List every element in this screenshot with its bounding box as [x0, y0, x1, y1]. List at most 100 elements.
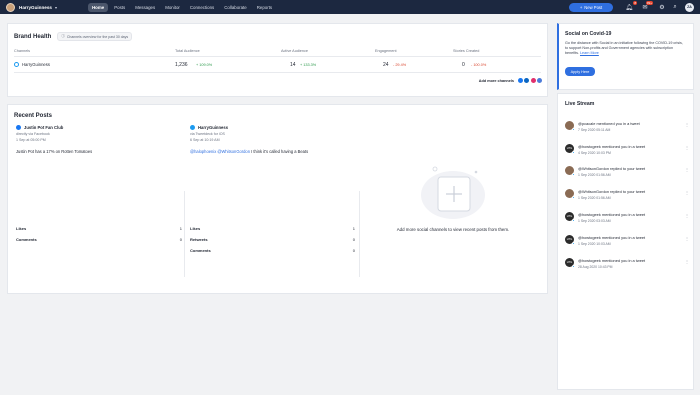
- avatar: HTG: [565, 258, 575, 268]
- col-active-audience[interactable]: Active Audience: [281, 49, 308, 53]
- more-icon[interactable]: ⋮: [685, 167, 689, 172]
- google-business-icon[interactable]: [537, 78, 542, 83]
- post-card[interactable]: HarryGuinness via Tweetdeck for iOS 6 Se…: [190, 125, 358, 154]
- search-icon: ⌕: [673, 3, 677, 10]
- live-stream-item[interactable]: @WhitsonGordon replied to your tweet 1 Se…: [565, 166, 689, 177]
- post-text: @halophoenix @WhitsonGordon I think it's…: [190, 149, 358, 154]
- stat-value: 0: [179, 237, 182, 242]
- live-stream-time: 1 Sep 2020 01:56 AM: [578, 196, 611, 200]
- apply-here-button[interactable]: Apply Here: [565, 67, 595, 76]
- live-stream-item[interactable]: HTG @howtogeek mentioned you in a tweet 4…: [565, 144, 689, 155]
- account-name: HarryGuinness: [19, 4, 52, 10]
- twitter-icon: [571, 150, 575, 154]
- more-icon[interactable]: ⋮: [685, 190, 689, 195]
- more-icon[interactable]: ⋮: [685, 145, 689, 150]
- add-more-channels-label: Add more channels: [478, 78, 514, 83]
- facebook-icon: [16, 125, 21, 130]
- settings-button[interactable]: ⚙: [657, 2, 667, 12]
- live-stream-card: Live Stream @pcacale mentioned you in a …: [557, 93, 694, 390]
- nav-messages[interactable]: Messages: [131, 3, 159, 12]
- table-divider: [14, 72, 541, 73]
- live-stream-message: @WhitsonGordon replied to your tweet: [578, 166, 646, 171]
- post-stat-comments: Comments 0: [16, 237, 182, 242]
- more-icon[interactable]: ⋮: [685, 259, 689, 264]
- nav-posts[interactable]: Posts: [110, 3, 129, 12]
- active-audience-value: 14: [290, 62, 296, 68]
- live-stream-message: @howtogeek mentioned you in a tweet: [578, 212, 646, 217]
- post-via: via Tweetdeck for iOS: [190, 132, 225, 136]
- post-via: directly via Facebook: [16, 132, 50, 136]
- mention-link[interactable]: @halophoenix: [190, 149, 216, 154]
- avatar: HTG: [565, 212, 575, 222]
- topbar-tools: + New Post 🔔︎ 8 ✉ 99+ ⚙ ⌕ ZA: [569, 1, 694, 12]
- nav-connections[interactable]: Connections: [186, 3, 218, 12]
- channel-cell[interactable]: HarryGuinness: [14, 62, 50, 67]
- user-avatar[interactable]: ZA: [685, 2, 694, 12]
- avatar: HTG: [565, 235, 575, 245]
- more-icon[interactable]: ⋮: [685, 213, 689, 218]
- channel-name: HarryGuinness: [22, 62, 50, 67]
- more-icon[interactable]: ⋮: [685, 122, 689, 127]
- bell-icon: 🔔︎: [625, 4, 633, 11]
- messages-badge: 99+: [645, 1, 653, 5]
- post-stat-likes: Likes 1: [16, 226, 182, 231]
- live-stream-time: 28 Aug 2020 10:43 PM: [578, 265, 613, 269]
- mention-link[interactable]: @WhitsonGordon: [217, 149, 250, 154]
- nav-reports[interactable]: Reports: [253, 3, 276, 12]
- twitter-icon: [190, 125, 195, 130]
- facebook-icon[interactable]: [517, 78, 523, 83]
- live-stream-message: @howtogeek mentioned you in a tweet: [578, 235, 646, 240]
- stat-value: 0: [352, 237, 355, 242]
- post-stat-comments: Comments 0: [190, 248, 355, 253]
- engagement-value: 24: [383, 62, 389, 68]
- messages-button[interactable]: ✉ 99+: [640, 1, 653, 12]
- overview-period-pill: ⓘ Channels overview for the past 30 days: [57, 32, 133, 41]
- nav-home[interactable]: Home: [88, 2, 109, 12]
- live-stream-message: @pcacale mentioned you in a tweet: [578, 121, 640, 126]
- live-stream-message: @howtogeek mentioned you in a tweet: [578, 144, 646, 149]
- social-covid-card: Social on Covid-19 Go the distance with …: [557, 23, 694, 90]
- stories-created-value: 0: [462, 62, 465, 68]
- live-stream-time: 7 Sep 2020 05:11 AM: [578, 128, 611, 132]
- post-card[interactable]: Justin Pot Fan Club directly via Faceboo…: [16, 125, 184, 154]
- post-stat-retweets: Retweets 0: [190, 237, 355, 242]
- account-switcher[interactable]: HarryGuinness ▾: [6, 2, 84, 12]
- social-covid-body: Go the distance with Social in an initia…: [565, 41, 685, 56]
- learn-more-link[interactable]: Learn More: [580, 51, 599, 55]
- total-audience-value: 1,236: [175, 62, 188, 68]
- more-icon[interactable]: ⋮: [685, 236, 689, 241]
- account-avatar: [6, 2, 15, 12]
- new-post-button[interactable]: + New Post: [569, 2, 613, 12]
- live-stream-item[interactable]: @WhitsonGordon replied to your tweet 1 Se…: [565, 189, 689, 200]
- col-engagement[interactable]: Engagement: [375, 49, 397, 53]
- live-stream-item[interactable]: HTG @howtogeek mentioned you in a tweet 1…: [565, 235, 689, 246]
- instagram-icon[interactable]: [530, 78, 536, 83]
- brand-health-card: Brand Health ⓘ Channels overview for the…: [7, 23, 548, 97]
- twitter-icon: [571, 241, 575, 245]
- top-navigation-bar: HarryGuinness ▾ Home Posts Messages Moni…: [0, 0, 700, 14]
- col-stories-created[interactable]: Stories Created: [453, 49, 479, 53]
- linkedin-icon[interactable]: [524, 78, 529, 83]
- overview-period-label: Channels overview for the past 30 days: [66, 34, 129, 39]
- nav-monitor[interactable]: Monitor: [161, 3, 184, 12]
- stat-label: Likes: [190, 226, 201, 231]
- post-text-rest: I think it's called having a Beats: [250, 149, 309, 154]
- column-divider: [359, 191, 360, 277]
- stat-label: Comments: [16, 237, 37, 242]
- brand-health-title: Brand Health: [14, 33, 52, 40]
- live-stream-time: 1 Sep 2020 01:56 AM: [578, 173, 611, 177]
- post-author[interactable]: HarryGuinness: [198, 125, 228, 130]
- notifications-button[interactable]: 🔔︎ 8: [624, 1, 637, 12]
- nav-collaborate[interactable]: Collaborate: [220, 3, 250, 12]
- post-author[interactable]: Justin Pot Fan Club: [24, 125, 63, 130]
- twitter-icon: [571, 264, 575, 268]
- avatar: [565, 121, 575, 131]
- stat-value: 0: [352, 248, 355, 253]
- search-button[interactable]: ⌕: [670, 2, 680, 12]
- live-stream-item[interactable]: HTG @howtogeek mentioned you in a tweet 2…: [565, 258, 689, 269]
- stat-label: Likes: [16, 226, 27, 231]
- live-stream-item[interactable]: HTG @howtogeek mentioned you in a tweet 1…: [565, 212, 689, 223]
- live-stream-item[interactable]: @pcacale mentioned you in a tweet 7 Sep 2…: [565, 121, 689, 132]
- col-total-audience[interactable]: Total Audience: [175, 49, 200, 53]
- live-stream-message: @howtogeek mentioned you in a tweet: [578, 258, 646, 263]
